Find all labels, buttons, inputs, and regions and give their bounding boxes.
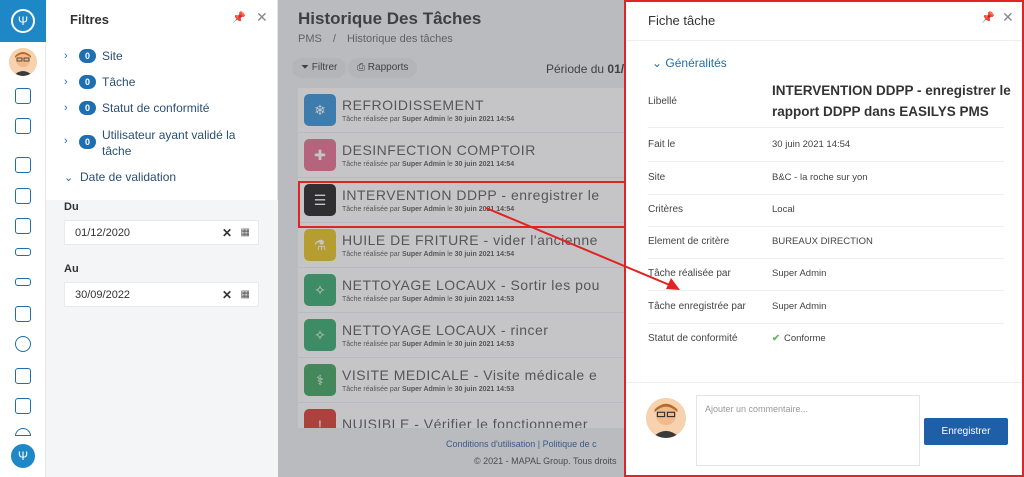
detail-value: Super Admin [772,301,827,312]
detail-key: Site [648,172,666,183]
detail-value: Local [772,204,795,215]
comment-input[interactable]: Ajouter un commentaire... [696,395,920,466]
filter-label: Statut de conformité [102,101,210,115]
detail-row: Critères Local [648,199,1004,227]
filter-site[interactable]: › 0 Site [64,49,123,63]
detail-value: B&C - la roche sur yon [772,172,868,183]
detail-row: Fait le 30 juin 2021 14:54 [648,134,1004,162]
detail-key: Tâche réalisée par [648,268,731,279]
filter-statut[interactable]: › 0 Statut de conformité [64,101,209,115]
chevron-right-icon: › [64,76,68,88]
close-icon[interactable]: ✕ [1002,9,1014,26]
chevron-down-icon: ⌄ [652,56,666,70]
from-date-field[interactable]: 01/12/2020 ✕ ▦ [64,220,259,245]
detail-value: 30 juin 2021 14:54 [772,139,851,150]
detail-key: Element de critère [648,236,730,247]
detail-key: Critères [648,204,684,215]
checklist-icon[interactable] [15,368,31,384]
comment-avatar [646,398,686,438]
divider [626,382,1022,383]
detail-row: Element de critère BUREAUX DIRECTION [648,231,1004,259]
count-badge: 0 [79,49,97,63]
calendar-icon[interactable]: ▦ [241,227,250,238]
chevron-right-icon: › [64,135,68,147]
filter-date-validation[interactable]: ⌄ Date de validation [64,170,176,184]
report-icon[interactable] [15,398,31,414]
detail-value: BUREAUX DIRECTION [772,236,873,247]
pin-icon[interactable]: 📌 [232,11,246,24]
bag-icon[interactable] [15,306,31,322]
detail-value-title: INTERVENTION DDPP - enregistrer le rappo… [772,83,1011,119]
filter-utilisateur[interactable]: › 0 Utilisateur ayant validé la tâche [64,127,235,159]
from-date-value: 01/12/2020 [75,226,131,239]
filter-label: Tâche [102,75,136,89]
handshake-icon[interactable] [15,248,31,256]
check-icon: ✔ [772,333,780,344]
detail-row: Statut de conformité ✔ Conforme [648,328,1004,356]
highlight-box [298,181,638,228]
app-bottom-logo[interactable]: Ψ [11,444,35,468]
section-label: Généralités [665,56,727,70]
clear-icon[interactable]: ✕ [222,226,232,240]
user-avatar[interactable] [9,48,37,76]
chef-hat-icon[interactable] [15,336,31,352]
chevron-right-icon: › [64,102,68,114]
store-icon[interactable] [15,188,31,204]
detail-key: Fait le [648,139,676,150]
to-date-field[interactable]: 30/09/2022 ✕ ▦ [64,282,259,307]
pin-icon[interactable]: 📌 [981,11,995,24]
filter-label-cont: tâche [102,144,132,158]
calendar-icon[interactable]: ▦ [241,289,250,300]
from-label: Du [64,201,79,213]
save-button[interactable]: Enregistrer [924,418,1008,445]
to-date-value: 30/09/2022 [75,288,131,301]
detail-row: Libellé INTERVENTION DDPP - enregistrer … [648,80,1011,128]
to-label: Au [64,263,79,275]
close-icon[interactable]: ✕ [256,9,268,26]
chevron-down-icon: ⌄ [64,172,74,184]
home-icon[interactable] [15,88,31,104]
truck-icon[interactable] [15,278,31,286]
modal-overlay[interactable] [278,0,624,477]
divider [626,40,1022,41]
detail-key: Libellé [648,96,677,107]
calculator-icon[interactable] [15,218,31,234]
edit-icon[interactable] [15,118,31,134]
drawer-title: Fiche tâche [648,13,716,28]
chevron-right-icon: › [64,50,68,62]
nav-rail: Ψ Ψ [0,0,46,477]
count-badge: 0 [79,75,97,89]
clear-icon[interactable]: ✕ [222,288,232,302]
filters-panel: Filtres 📌 ✕ › 0 Site › 0 Tâche › 0 Statu… [46,0,278,477]
detail-key: Statut de conformité [648,333,738,344]
detail-value: Super Admin [772,268,827,279]
filters-title: Filtres [70,12,110,27]
detail-value: ✔ Conforme [772,333,826,344]
filter-tache[interactable]: › 0 Tâche [64,75,135,89]
task-detail-drawer: Fiche tâche 📌 ✕ ⌄ Généralités Libellé IN… [624,0,1024,477]
app-logo-button[interactable]: Ψ [0,0,46,42]
status-value: Conforme [783,333,826,344]
fork-knife-icon: Ψ [11,9,35,33]
clipboard-icon[interactable] [15,157,31,173]
detail-row: Site B&C - la roche sur yon [648,167,1004,195]
detail-key: Tâche enregistrée par [648,301,746,312]
filter-label: Site [102,49,123,63]
count-badge: 0 [79,135,97,149]
count-badge: 0 [79,101,97,115]
filter-label: Utilisateur ayant validé la [102,128,236,142]
dome-icon[interactable] [15,428,31,436]
section-generalites[interactable]: ⌄ Généralités [652,56,727,70]
detail-row: Tâche réalisée par Super Admin [648,263,1004,291]
filter-label: Date de validation [80,170,177,184]
detail-row: Tâche enregistrée par Super Admin [648,296,1004,324]
